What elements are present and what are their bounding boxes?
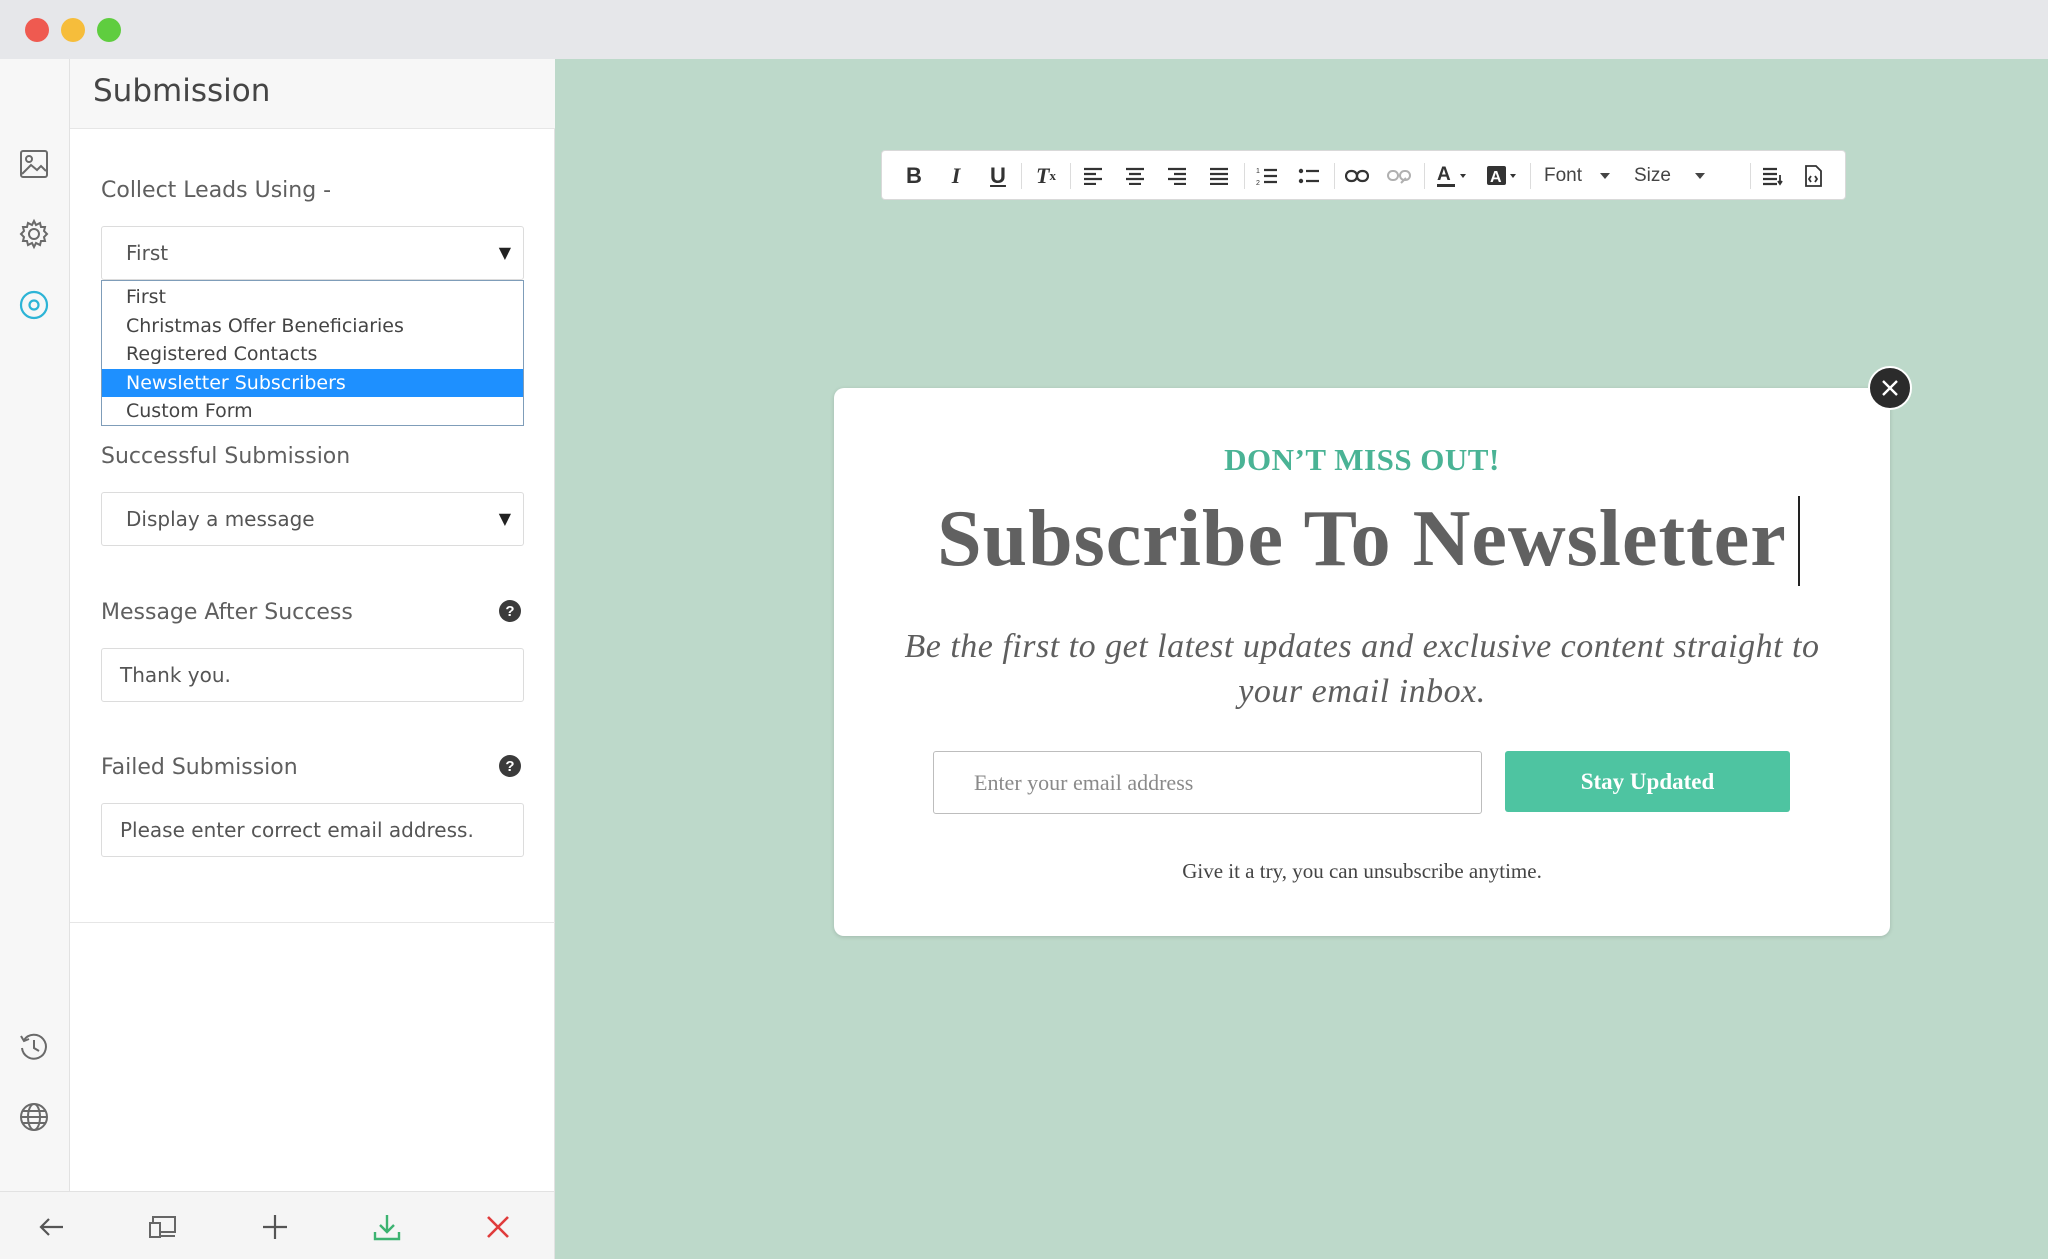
panel-header: Submission — [70, 59, 555, 129]
link-icon[interactable] — [1342, 161, 1372, 191]
source-code-icon[interactable] — [1798, 161, 1828, 191]
paragraph-format-icon[interactable] — [1758, 161, 1788, 191]
history-icon[interactable] — [15, 1028, 53, 1066]
download-icon[interactable] — [370, 1210, 404, 1244]
toolbar-separator — [1334, 163, 1335, 189]
popup-eyebrow[interactable]: DON’T MISS OUT! — [834, 442, 1890, 478]
font-dropdown[interactable]: Font — [1544, 161, 1624, 191]
image-icon[interactable] — [15, 145, 53, 183]
size-dropdown[interactable]: Size — [1634, 161, 1714, 191]
successful-submission-select[interactable]: Display a message ▼ — [101, 492, 524, 546]
message-after-success-input[interactable]: Thank you. — [101, 648, 524, 702]
collect-leads-label: Collect Leads Using - — [101, 178, 332, 203]
toolbar-separator — [1750, 163, 1751, 189]
svg-text:2: 2 — [1256, 180, 1260, 186]
toolbar-separator — [1424, 163, 1425, 189]
toolbar-separator — [1530, 163, 1531, 189]
align-right-icon[interactable] — [1162, 161, 1192, 191]
caret-down-icon — [1600, 173, 1611, 179]
clear-format-icon[interactable]: Tx — [1029, 161, 1063, 191]
font-label: Font — [1544, 165, 1583, 186]
design-canvas: B I U Tx 12 A A Font Size DON’T MISS OUT… — [555, 59, 2048, 1259]
devices-icon[interactable] — [146, 1210, 180, 1244]
size-label: Size — [1634, 165, 1671, 186]
popup-footnote[interactable]: Give it a try, you can unsubscribe anyti… — [834, 859, 1890, 884]
globe-icon[interactable] — [15, 1098, 53, 1136]
target-icon[interactable] — [15, 286, 53, 324]
collect-leads-option[interactable]: Newsletter Subscribers — [102, 368, 523, 398]
help-icon[interactable]: ? — [499, 755, 521, 777]
bullet-list-icon[interactable] — [1294, 161, 1324, 191]
toolbar-separator — [1070, 163, 1071, 189]
background-color-icon[interactable]: A — [1484, 161, 1520, 191]
plus-icon[interactable] — [258, 1210, 292, 1244]
align-justify-icon[interactable] — [1204, 161, 1234, 191]
panel-title: Submission — [93, 73, 271, 109]
close-icon — [1882, 380, 1898, 396]
title-bar — [0, 0, 2048, 59]
close-icon[interactable] — [481, 1210, 515, 1244]
settings-panel: Submission Collect Leads Using - First ▼… — [70, 59, 555, 1191]
collect-leads-option[interactable]: Custom Form — [102, 397, 523, 426]
successful-submission-label: Successful Submission — [101, 444, 351, 469]
stay-updated-button[interactable]: Stay Updated — [1505, 751, 1790, 812]
text-cursor — [1798, 496, 1800, 586]
failed-submission-input[interactable]: Please enter correct email address. — [101, 803, 524, 857]
icon-rail — [0, 59, 70, 1191]
window-maximize-button[interactable] — [97, 18, 121, 42]
collect-leads-options: First Christmas Offer Beneficiaries Regist… — [101, 280, 524, 426]
popup-close-button[interactable] — [1868, 366, 1912, 410]
panel-divider — [70, 922, 555, 923]
collect-leads-option[interactable]: First — [102, 283, 523, 312]
rich-text-toolbar: B I U Tx 12 A A Font Size — [881, 150, 1846, 200]
align-left-icon[interactable] — [1078, 161, 1108, 191]
align-center-icon[interactable] — [1120, 161, 1150, 191]
text-color-icon[interactable]: A — [1434, 161, 1470, 191]
bold-icon[interactable]: B — [899, 161, 929, 191]
app-window: Submission Collect Leads Using - First ▼… — [0, 0, 2048, 1259]
toolbar-separator — [1021, 163, 1022, 189]
toolbar-separator — [1244, 163, 1245, 189]
svg-text:1: 1 — [1256, 168, 1260, 175]
collect-leads-value: First — [126, 241, 169, 265]
ordered-list-icon[interactable]: 12 — [1252, 161, 1282, 191]
newsletter-popup: DON’T MISS OUT! Subscribe To Newsletter … — [834, 388, 1890, 936]
italic-icon[interactable]: I — [941, 161, 971, 191]
failed-submission-label: Failed Submission — [101, 755, 298, 780]
gear-icon[interactable] — [15, 215, 53, 253]
bottom-toolbar — [0, 1191, 555, 1259]
successful-submission-value: Display a message — [126, 507, 315, 531]
popup-subline[interactable]: Be the first to get latest updates and e… — [894, 624, 1830, 714]
collect-leads-option[interactable]: Registered Contacts — [102, 340, 523, 369]
back-arrow-icon[interactable] — [35, 1210, 69, 1244]
caret-down-icon — [1694, 173, 1705, 179]
caret-down-icon: ▼ — [498, 509, 511, 528]
unlink-icon[interactable] — [1384, 161, 1414, 191]
message-after-success-label: Message After Success — [101, 600, 353, 625]
popup-headline[interactable]: Subscribe To Newsletter — [834, 494, 1890, 585]
underline-icon[interactable]: U — [983, 161, 1013, 191]
window-close-button[interactable] — [25, 18, 49, 42]
svg-text:A: A — [1437, 164, 1451, 185]
collect-leads-option[interactable]: Christmas Offer Beneficiaries — [102, 312, 523, 341]
caret-down-icon: ▼ — [498, 243, 511, 262]
collect-leads-select[interactable]: First ▼ — [101, 226, 524, 280]
window-minimize-button[interactable] — [61, 18, 85, 42]
help-icon[interactable]: ? — [499, 600, 521, 622]
svg-text:A: A — [1490, 169, 1502, 186]
email-input[interactable]: Enter your email address — [933, 751, 1482, 814]
